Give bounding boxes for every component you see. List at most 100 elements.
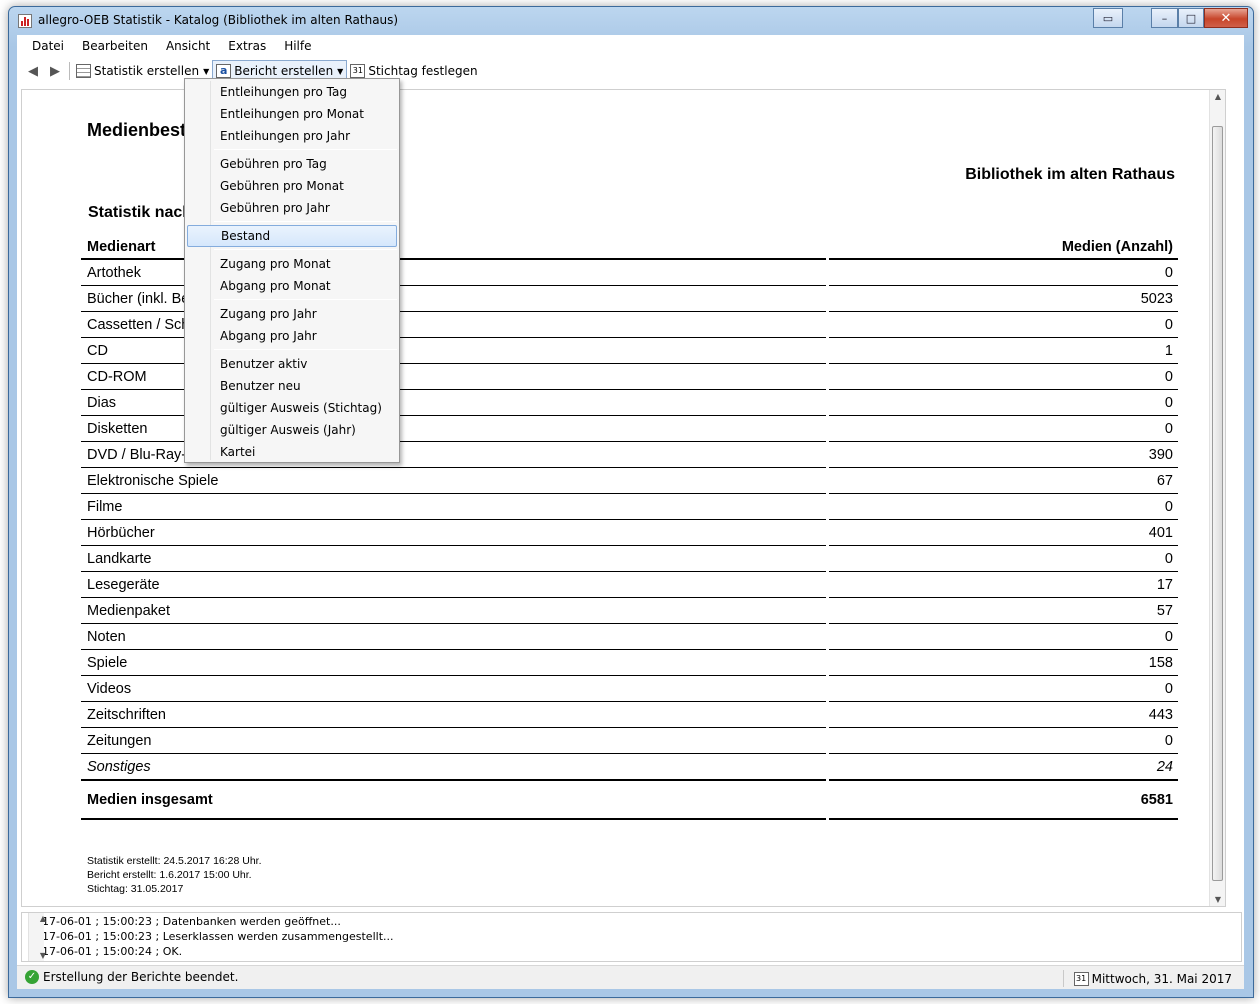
scroll-up-icon[interactable]: ▲	[1210, 92, 1225, 101]
log-line: 2017-06-01 ; 15:00:23 ; Leserklassen wer…	[28, 930, 394, 943]
menu-item-entleihungen-pro-jahr[interactable]: Entleihungen pro Jahr	[187, 125, 397, 147]
restore-layout-icon[interactable]: ▭	[1093, 8, 1123, 28]
table-icon	[76, 64, 91, 78]
table-row: Hörbücher 401	[81, 520, 1178, 546]
statistik-label: Statistik erstellen	[94, 64, 200, 78]
cell-medienart: Medien insgesamt	[81, 780, 826, 820]
status-date-text: Mittwoch, 31. Mai 2017	[1091, 971, 1232, 986]
cell-medienart: Elektronische Spiele	[81, 468, 826, 494]
menu-item-entleihungen-pro-monat[interactable]: Entleihungen pro Monat	[187, 103, 397, 125]
menu-bar: Datei Bearbeiten Ansicht Extras Hilfe	[17, 35, 1244, 57]
title-bar[interactable]: allegro-OEB Statistik - Katalog (Bibliot…	[9, 7, 1253, 35]
footer-line: Stichtag: 31.05.2017	[87, 883, 184, 895]
log-panel[interactable]: 2017-06-01 ; 15:00:23 ; Datenbanken werd…	[21, 912, 1242, 962]
menu-item-gebühren-pro-tag[interactable]: Gebühren pro Tag	[187, 153, 397, 175]
menu-separator	[214, 221, 397, 222]
menu-item-zugang-pro-jahr[interactable]: Zugang pro Jahr	[187, 303, 397, 325]
menu-ansicht[interactable]: Ansicht	[157, 39, 219, 53]
cell-anzahl: 401	[829, 520, 1178, 546]
cell-medienart: Zeitungen	[81, 728, 826, 754]
cell-medienart: Hörbücher	[81, 520, 826, 546]
menu-item-benutzer-aktiv[interactable]: Benutzer aktiv	[187, 353, 397, 375]
table-row: Elektronische Spiele 67	[81, 468, 1178, 494]
scroll-up-icon[interactable]: ▲	[35, 914, 51, 923]
table-row: Lesegeräte 17	[81, 572, 1178, 598]
table-row: Filme 0	[81, 494, 1178, 520]
cell-anzahl: 17	[829, 572, 1178, 598]
back-arrow-icon[interactable]: ◀	[22, 64, 44, 79]
table-row: Medienpaket 57	[81, 598, 1178, 624]
cell-anzahl: 6581	[829, 780, 1178, 820]
bericht-label: Bericht erstellen	[234, 64, 334, 78]
table-row-sonstiges: Sonstiges 24	[81, 754, 1178, 780]
cell-anzahl: 158	[829, 650, 1178, 676]
table-row: Zeitungen 0	[81, 728, 1178, 754]
cell-medienart: Noten	[81, 624, 826, 650]
log-scrollbar[interactable]: ▲ ▼	[28, 913, 46, 961]
cell-anzahl: 0	[829, 676, 1178, 702]
menu-item-abgang-pro-jahr[interactable]: Abgang pro Jahr	[187, 325, 397, 347]
cell-medienart: Landkarte	[81, 546, 826, 572]
status-date: 31 Mittwoch, 31. Mai 2017	[1062, 970, 1232, 987]
cell-medienart: Spiele	[81, 650, 826, 676]
cell-anzahl: 0	[829, 546, 1178, 572]
close-button[interactable]: ✕	[1204, 8, 1248, 28]
library-name: Bibliothek im alten Rathaus	[965, 166, 1175, 183]
menu-item-entleihungen-pro-tag[interactable]: Entleihungen pro Tag	[187, 81, 397, 103]
footer-line: Statistik erstellt: 24.5.2017 16:28 Uhr.	[87, 855, 262, 867]
scroll-down-icon[interactable]: ▼	[1210, 895, 1225, 904]
menu-separator	[214, 149, 397, 150]
vertical-scrollbar[interactable]: ▲ ▼	[1209, 90, 1225, 906]
cell-anzahl: 0	[829, 260, 1178, 286]
cell-anzahl: 0	[829, 624, 1178, 650]
cell-anzahl: 1	[829, 338, 1178, 364]
menu-item-kartei[interactable]: Kartei	[187, 441, 397, 463]
menu-item-gebühren-pro-monat[interactable]: Gebühren pro Monat	[187, 175, 397, 197]
chevron-down-icon[interactable]: ▼	[337, 67, 343, 76]
cell-anzahl: 67	[829, 468, 1178, 494]
menu-extras[interactable]: Extras	[219, 39, 275, 53]
column-header-anzahl: Medien (Anzahl)	[829, 230, 1178, 260]
scroll-down-icon[interactable]: ▼	[35, 951, 51, 960]
chevron-down-icon[interactable]: ▼	[203, 67, 209, 76]
cell-anzahl: 0	[829, 312, 1178, 338]
minimize-button[interactable]: –	[1151, 8, 1178, 28]
menu-item-bestand[interactable]: Bestand	[187, 225, 397, 247]
menu-item-benutzer-neu[interactable]: Benutzer neu	[187, 375, 397, 397]
footer-line: Bericht erstellt: 1.6.2017 15:00 Uhr.	[87, 869, 252, 881]
log-line: 2017-06-01 ; 15:00:23 ; Datenbanken werd…	[28, 915, 341, 928]
cell-anzahl: 0	[829, 494, 1178, 520]
menu-bearbeiten[interactable]: Bearbeiten	[73, 39, 157, 53]
cell-anzahl: 57	[829, 598, 1178, 624]
menu-separator	[214, 349, 397, 350]
log-line: 2017-06-01 ; 15:00:24 ; OK.	[28, 945, 183, 958]
window-title: allegro-OEB Statistik - Katalog (Bibliot…	[38, 13, 399, 27]
stichtag-label: Stichtag festlegen	[368, 64, 478, 78]
menu-item-gebühren-pro-jahr[interactable]: Gebühren pro Jahr	[187, 197, 397, 219]
cell-anzahl: 0	[829, 364, 1178, 390]
report-footer: Statistik erstellt: 24.5.2017 16:28 Uhr.…	[87, 854, 262, 896]
menu-item-abgang-pro-monat[interactable]: Abgang pro Monat	[187, 275, 397, 297]
menu-item-gültiger-ausweis-stichtag[interactable]: gültiger Ausweis (Stichtag)	[187, 397, 397, 419]
cell-anzahl: 0	[829, 390, 1178, 416]
menu-separator	[214, 249, 397, 250]
menu-item-gültiger-ausweis-jahr[interactable]: gültiger Ausweis (Jahr)	[187, 419, 397, 441]
chart-app-icon	[18, 14, 32, 28]
status-message: ✓ Erstellung der Berichte beendet.	[25, 970, 238, 984]
menu-item-zugang-pro-monat[interactable]: Zugang pro Monat	[187, 253, 397, 275]
menu-datei[interactable]: Datei	[23, 39, 73, 53]
checkmark-icon: ✓	[25, 970, 39, 984]
scroll-thumb[interactable]	[1212, 126, 1223, 881]
bericht-dropdown-menu: Entleihungen pro Tag Entleihungen pro Mon…	[184, 78, 400, 463]
cell-anzahl: 443	[829, 702, 1178, 728]
table-row: Videos 0	[81, 676, 1178, 702]
calendar-icon: 31	[350, 64, 366, 78]
cell-medienart: Videos	[81, 676, 826, 702]
maximize-button[interactable]: □	[1178, 8, 1204, 28]
forward-arrow-icon[interactable]: ▶	[44, 64, 66, 79]
toolbar-separator	[69, 62, 70, 80]
status-text: Erstellung der Berichte beendet.	[43, 970, 239, 984]
cell-medienart: Sonstiges	[81, 754, 826, 780]
menu-separator	[214, 299, 397, 300]
menu-hilfe[interactable]: Hilfe	[275, 39, 320, 53]
